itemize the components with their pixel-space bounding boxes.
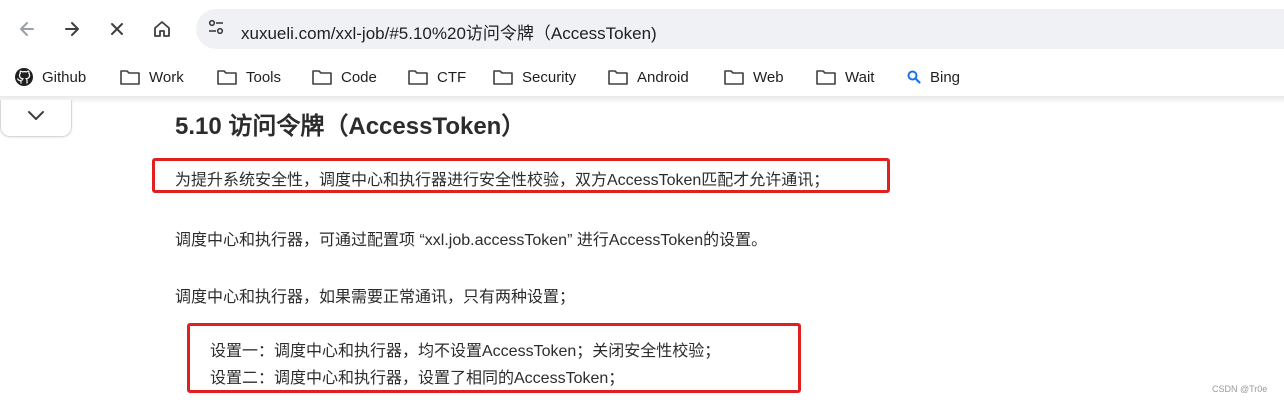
search-icon: [906, 69, 922, 85]
folder-icon: [492, 68, 514, 86]
browser-toolbar: xuxueli.com/xxl-job/#5.10%20访问令牌（AccessT…: [0, 0, 1284, 58]
bookmarks-bar: Github Work Tools Code CTF Security Andr…: [0, 58, 1284, 96]
github-icon: [14, 67, 34, 87]
bookmark-security[interactable]: Security: [492, 66, 576, 88]
bookmark-label: Android: [637, 68, 689, 86]
bookmark-android[interactable]: Android: [607, 66, 689, 88]
url-text[interactable]: xuxueli.com/xxl-job/#5.10%20访问令牌（AccessT…: [241, 19, 657, 44]
folder-icon: [216, 68, 238, 86]
bookmark-label: Code: [341, 68, 377, 86]
bookmark-tools[interactable]: Tools: [216, 66, 281, 88]
home-icon: [152, 19, 172, 39]
folder-icon: [815, 68, 837, 86]
paragraph-security: 为提升系统安全性，调度中心和执行器进行安全性校验，双方AccessToken匹配…: [175, 172, 830, 189]
bookmark-wait[interactable]: Wait: [815, 66, 874, 88]
bookmark-label: Github: [42, 68, 87, 86]
chevron-down-icon: [26, 109, 46, 128]
stop-loading-button[interactable]: [99, 11, 135, 47]
collapse-toc-button[interactable]: [0, 100, 72, 137]
tune-icon: [207, 18, 225, 41]
setting-option-two: 设置二：调度中心和执行器，设置了相同的AccessToken；: [210, 370, 625, 387]
folder-icon: [607, 68, 629, 86]
site-info-button[interactable]: [202, 15, 230, 43]
arrow-left-icon: [17, 19, 37, 39]
watermark: CSDN @Tr0e: [1212, 384, 1268, 394]
home-button[interactable]: [144, 11, 180, 47]
bookmark-bing[interactable]: Bing: [906, 66, 960, 88]
paragraph-config: 调度中心和执行器，可通过配置项 “xxl.job.accessToken” 进行…: [175, 232, 768, 249]
folder-icon: [311, 68, 333, 86]
bookmark-label: Wait: [845, 68, 875, 86]
folder-icon: [723, 68, 745, 86]
section-heading: 5.10 访问令牌（AccessToken）: [175, 113, 526, 140]
setting-option-one: 设置一：调度中心和执行器，均不设置AccessToken；关闭安全性校验；: [210, 343, 721, 360]
folder-icon: [407, 68, 429, 86]
toolbar-divider: [0, 96, 1284, 104]
bookmark-web[interactable]: Web: [723, 66, 784, 88]
arrow-right-icon: [62, 19, 82, 39]
back-button[interactable]: [9, 11, 45, 47]
bookmark-github[interactable]: Github: [14, 66, 86, 88]
address-bar[interactable]: xuxueli.com/xxl-job/#5.10%20访问令牌（AccessT…: [196, 9, 1284, 49]
forward-button[interactable]: [54, 11, 90, 47]
bookmark-label: Security: [522, 68, 577, 86]
folder-icon: [119, 68, 141, 86]
bookmark-ctf[interactable]: CTF: [407, 66, 466, 88]
close-icon: [108, 20, 126, 38]
bookmark-work[interactable]: Work: [119, 66, 184, 88]
bookmark-label: Tools: [246, 68, 282, 86]
bookmark-label: Web: [753, 68, 784, 86]
bookmark-code[interactable]: Code: [311, 66, 377, 88]
bookmark-label: CTF: [437, 68, 467, 86]
paragraph-two-settings: 调度中心和执行器，如果需要正常通讯，只有两种设置；: [175, 289, 576, 306]
bookmark-label: Bing: [930, 68, 961, 86]
bookmark-label: Work: [149, 68, 184, 86]
